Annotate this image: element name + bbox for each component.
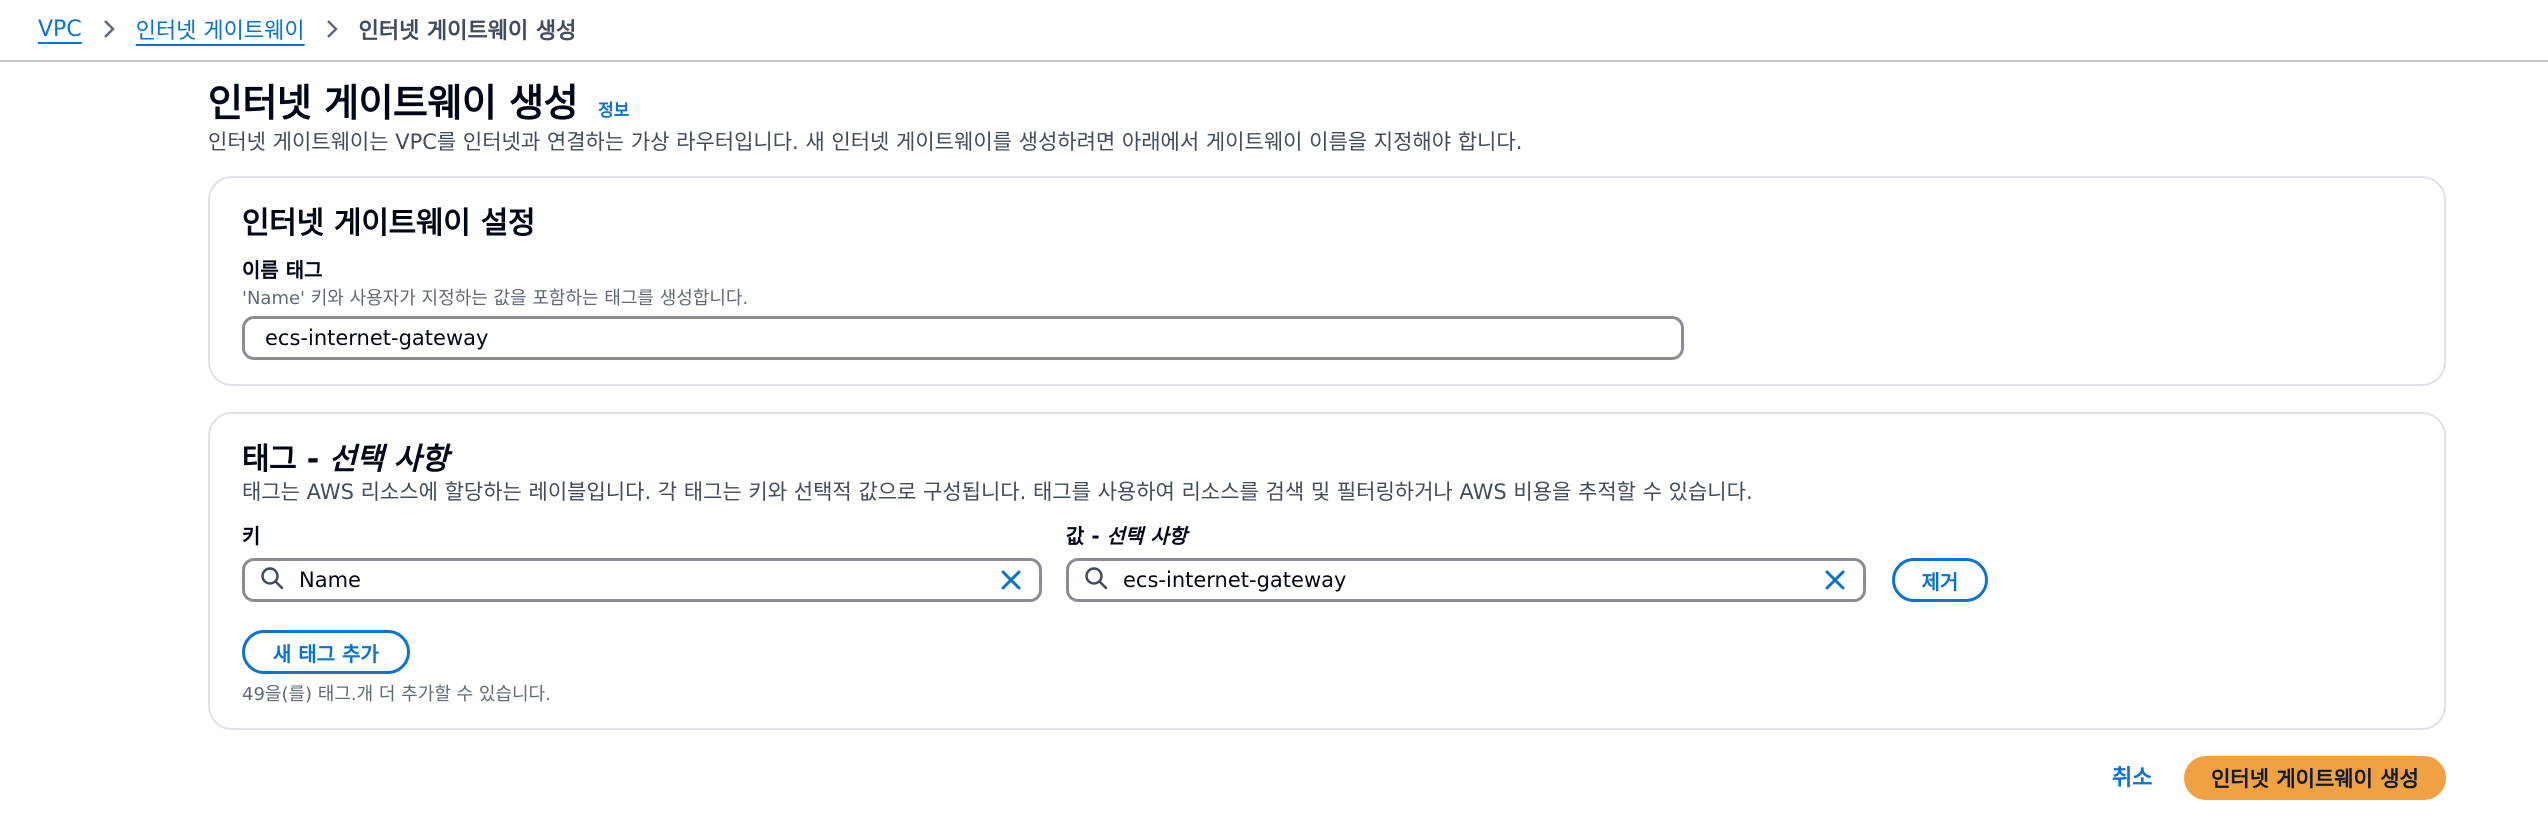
close-icon[interactable] xyxy=(1823,568,1847,592)
breadcrumb-internet-gateway-link[interactable]: 인터넷 게이트웨이 xyxy=(136,13,305,45)
search-icon xyxy=(1083,565,1109,596)
name-tag-value: ecs-internet-gateway xyxy=(265,326,489,350)
page-header: 인터넷 게이트웨이 생성 정보 xyxy=(208,72,629,127)
tags-heading-main: 태그 - xyxy=(242,442,330,477)
search-icon xyxy=(259,565,285,596)
chevron-right-icon xyxy=(102,18,116,40)
create-internet-gateway-button[interactable]: 인터넷 게이트웨이 생성 xyxy=(2184,756,2446,800)
chevron-right-icon xyxy=(325,18,339,40)
tag-value-label-main: 값 - xyxy=(1066,524,1107,548)
tag-key-label: 키 xyxy=(242,524,261,548)
tag-value-value: ecs-internet-gateway xyxy=(1123,568,1347,592)
tag-value-label: 값 - 선택 사항 xyxy=(1066,520,1187,549)
settings-heading: 인터넷 게이트웨이 설정 xyxy=(242,206,536,241)
breadcrumb-current: 인터넷 게이트웨이 생성 xyxy=(358,19,577,44)
name-tag-label: 이름 태그 xyxy=(242,258,323,282)
tags-heading-optional: 선택 사항 xyxy=(329,442,449,477)
breadcrumb: VPC 인터넷 게이트웨이 인터넷 게이트웨이 생성 xyxy=(38,0,576,58)
tag-value-input[interactable]: ecs-internet-gateway xyxy=(1066,558,1866,602)
page-title: 인터넷 게이트웨이 생성 xyxy=(208,81,579,125)
name-tag-hint: 'Name' 키와 사용자가 지정하는 값을 포함하는 태그를 생성합니다. xyxy=(242,288,749,309)
tags-heading: 태그 - 선택 사항 xyxy=(242,434,449,478)
gateway-settings-panel: 인터넷 게이트웨이 설정 이름 태그 'Name' 키와 사용자가 지정하는 값… xyxy=(208,176,2446,386)
tags-description: 태그는 AWS 리소스에 할당하는 레이블입니다. 각 태그는 키와 선택적 값… xyxy=(242,480,1753,504)
remove-tag-button[interactable]: 제거 xyxy=(1892,558,1988,602)
close-icon[interactable] xyxy=(999,568,1023,592)
breadcrumb-vpc-link[interactable]: VPC xyxy=(38,17,82,42)
tag-key-value: Name xyxy=(299,568,361,592)
tags-panel: 태그 - 선택 사항 태그는 AWS 리소스에 할당하는 레이블입니다. 각 태… xyxy=(208,412,2446,730)
add-new-tag-button[interactable]: 새 태그 추가 xyxy=(242,630,410,674)
tag-value-label-optional: 선택 사항 xyxy=(1106,524,1188,548)
tag-limit-note: 49을(를) 태그.개 더 추가할 수 있습니다. xyxy=(242,684,551,705)
page-description: 인터넷 게이트웨이는 VPC를 인터넷과 연결하는 가상 라우터입니다. 새 인… xyxy=(208,130,1523,154)
tag-key-input[interactable]: Name xyxy=(242,558,1042,602)
name-tag-input[interactable]: ecs-internet-gateway xyxy=(242,316,1684,360)
cancel-button[interactable]: 취소 xyxy=(2112,760,2152,792)
info-link[interactable]: 정보 xyxy=(598,96,629,121)
header-divider xyxy=(0,60,2548,62)
